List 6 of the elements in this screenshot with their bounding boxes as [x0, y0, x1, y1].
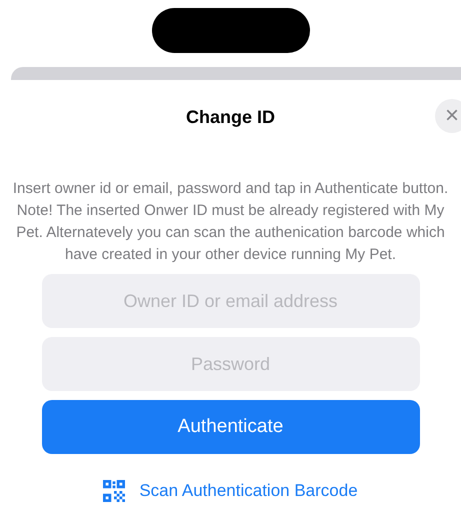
- instructions-text: Insert owner id or email, password and tap in Authenticate button. Note! The inserted Onwer ID must be already registered with My Pet. Alternatevely you can scan the authenication barcode which have created in your other device running My Pet.: [12, 179, 448, 265]
- authenticate-button[interactable]: Authenticate: [42, 400, 420, 454]
- scan-barcode-link[interactable]: Scan Authentication Barcode: [103, 480, 358, 502]
- qr-code-icon: [103, 480, 126, 502]
- close-button[interactable]: ×: [435, 99, 461, 133]
- sheet-title: Change ID: [186, 106, 275, 128]
